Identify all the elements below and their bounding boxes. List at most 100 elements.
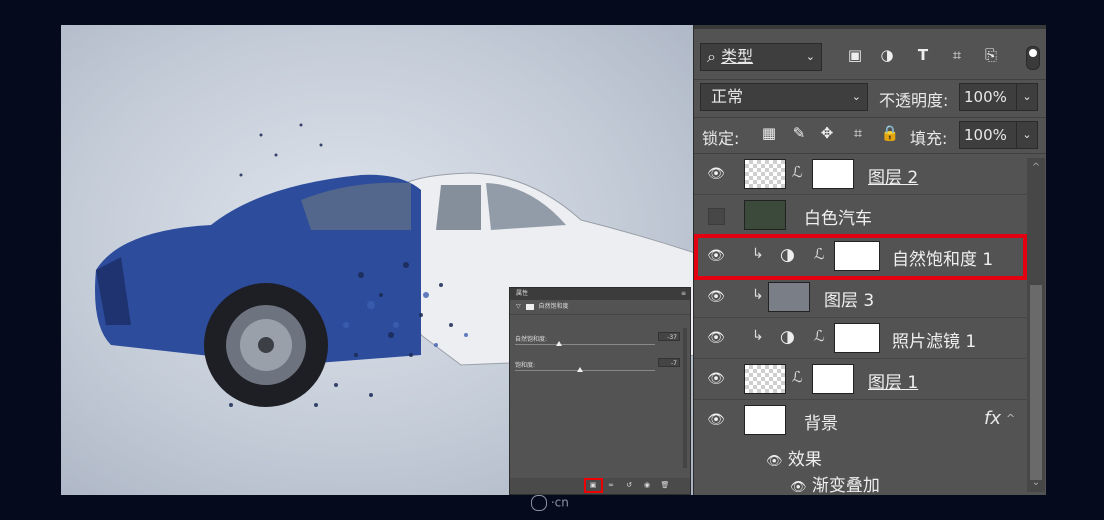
eye-icon[interactable]: 👁: [707, 412, 725, 428]
link-icon[interactable]: ℒ: [792, 163, 803, 181]
scroll-up-icon[interactable]: ^: [1030, 162, 1042, 173]
fill-label: 填充:: [910, 129, 948, 148]
scroll-down-icon[interactable]: ⌄: [1030, 477, 1042, 488]
filter-kind-value: 类型: [721, 47, 754, 66]
layer-row[interactable]: 白色汽车: [694, 195, 1026, 236]
saturation-value-field[interactable]: -7: [658, 358, 680, 367]
filter-pixel-icon[interactable]: ▣: [844, 44, 866, 66]
opacity-dropdown-icon[interactable]: ⌄: [1016, 83, 1038, 111]
vibrance-slider[interactable]: [515, 344, 655, 345]
filter-adjustment-icon[interactable]: ◑: [876, 44, 898, 66]
layer-name: 背景: [804, 414, 838, 434]
layers-scrollbar[interactable]: ^ ⌄: [1027, 158, 1045, 492]
visibility-icon[interactable]: ◉: [642, 481, 652, 490]
opacity-field[interactable]: 100%: [959, 83, 1017, 111]
vibrance-slider-thumb[interactable]: [556, 341, 563, 346]
layer-row[interactable]: 👁 ℒ 图层 1: [694, 359, 1026, 400]
saturation-label: 饱和度:: [515, 362, 536, 369]
watermark-logo-icon: [531, 495, 547, 511]
eye-icon[interactable]: 👁: [766, 454, 783, 469]
layer-name: 图层 3: [824, 291, 875, 311]
layer-thumbnail: [744, 364, 786, 394]
layer-mask-thumbnail[interactable]: [834, 323, 880, 353]
lock-position-icon[interactable]: ✥: [816, 122, 838, 144]
layer-thumbnail: [744, 405, 786, 435]
layer-mask-thumbnail[interactable]: [812, 364, 854, 394]
filter-type-icon[interactable]: T: [912, 44, 934, 66]
search-icon: ⌕: [707, 47, 716, 66]
saturation-slider-thumb[interactable]: [577, 367, 584, 372]
adjustment-header: ▽ 自然饱和度: [510, 300, 690, 315]
blend-mode-value: 正常: [711, 87, 744, 106]
mask-icon: [525, 303, 534, 310]
lock-image-icon[interactable]: ✎: [788, 122, 810, 144]
link-icon[interactable]: ℒ: [814, 327, 825, 345]
fx-icon[interactable]: fx: [984, 408, 1001, 429]
eye-icon[interactable]: 👁: [790, 480, 807, 495]
effect-item-row[interactable]: 👁 渐变叠加: [790, 471, 880, 496]
properties-tab[interactable]: 属性: [516, 290, 528, 297]
layer-name: 白色汽车: [804, 209, 872, 229]
layer-thumbnail: [768, 282, 810, 312]
opacity-label: 不透明度:: [879, 91, 949, 110]
lock-artboard-icon[interactable]: ⌗: [847, 122, 869, 144]
layer-name: 照片滤镜 1: [892, 332, 977, 352]
layer-row[interactable]: 👁 背景 fx ^: [694, 400, 1026, 441]
eye-icon[interactable]: 👁: [707, 166, 725, 182]
view-previous-icon[interactable]: ∞: [606, 481, 616, 490]
highlight-box: [694, 234, 1027, 280]
eye-icon[interactable]: 👁: [707, 330, 725, 346]
eye-icon[interactable]: 👁: [707, 371, 725, 387]
smart-object-thumbnail: [744, 200, 786, 230]
filter-shape-icon[interactable]: ⌗: [946, 44, 968, 66]
lock-all-icon[interactable]: 🔒: [879, 122, 901, 144]
scrollbar-thumb[interactable]: [1030, 285, 1042, 480]
panel-top-bar: [694, 25, 1046, 29]
lock-label: 锁定:: [702, 129, 740, 148]
layer-name: 图层 2: [868, 168, 919, 188]
chevron-down-icon: ⌄: [805, 50, 815, 63]
properties-panel: 属性 ≡ ▽ 自然饱和度 自然饱和度: -37 饱和度: -7 ▣ ∞ ↺ ◉ …: [509, 287, 691, 495]
watermark: ·cn: [531, 495, 569, 511]
chevron-down-icon: ⌄: [851, 90, 861, 103]
fill-field[interactable]: 100%: [959, 121, 1017, 149]
collapse-triangle-icon[interactable]: ▽: [516, 303, 521, 310]
adjustment-icon: ◑: [780, 327, 795, 347]
lock-transparent-icon[interactable]: ▦: [758, 122, 780, 144]
layer-name: 图层 1: [868, 373, 919, 393]
layer-row[interactable]: 👁 ↳ ◑ ℒ 照片滤镜 1: [694, 318, 1026, 359]
reset-icon[interactable]: ↺: [624, 481, 634, 490]
vibrance-control: 自然饱和度: -37: [515, 332, 680, 346]
layer-row[interactable]: 👁 ℒ 图层 2: [694, 154, 1026, 195]
saturation-control: 饱和度: -7: [515, 358, 680, 372]
layer-thumbnail: [744, 159, 786, 189]
layer-mask-thumbnail[interactable]: [812, 159, 854, 189]
saturation-slider[interactable]: [515, 370, 655, 371]
effects-row[interactable]: 👁 效果: [766, 445, 822, 470]
properties-footer: ▣ ∞ ↺ ◉ 🗑: [510, 478, 690, 494]
panel-menu-icon[interactable]: ≡: [681, 288, 686, 300]
clip-arrow-icon: ↳: [752, 328, 764, 344]
clip-to-layer-icon[interactable]: ▣: [588, 481, 598, 490]
clip-arrow-icon: ↳: [752, 287, 764, 303]
visibility-toggle[interactable]: [708, 208, 725, 225]
delete-icon[interactable]: 🗑: [660, 481, 670, 490]
watermark-text: ·cn: [550, 495, 569, 510]
properties-title-bar: 属性 ≡: [510, 288, 690, 300]
eye-icon[interactable]: 👁: [707, 289, 725, 305]
link-icon[interactable]: ℒ: [792, 368, 803, 386]
fill-dropdown-icon[interactable]: ⌄: [1016, 121, 1038, 149]
vibrance-label: 自然饱和度:: [515, 336, 548, 343]
filter-kind-select[interactable]: ⌕ 类型 ⌄: [700, 43, 822, 71]
filter-smartobject-icon[interactable]: ⎘: [980, 44, 1002, 66]
expand-chevron-icon[interactable]: ^: [1006, 412, 1015, 425]
blend-mode-select[interactable]: 正常 ⌄: [700, 83, 868, 111]
effects-label: 效果: [787, 450, 822, 470]
adjustment-name: 自然饱和度: [538, 303, 569, 310]
layer-row[interactable]: 👁 ↳ 图层 3: [694, 277, 1026, 318]
effect-item-label: 渐变叠加: [811, 476, 880, 496]
filter-toggle[interactable]: [1026, 46, 1040, 70]
layers-panel: ⌕ 类型 ⌄ ▣ ◑ T ⌗ ⎘ 正常 ⌄ 不透明度: 100% ⌄ 锁定: ▦…: [693, 25, 1046, 496]
properties-scrollbar[interactable]: [683, 328, 687, 468]
vibrance-value-field[interactable]: -37: [658, 332, 680, 341]
